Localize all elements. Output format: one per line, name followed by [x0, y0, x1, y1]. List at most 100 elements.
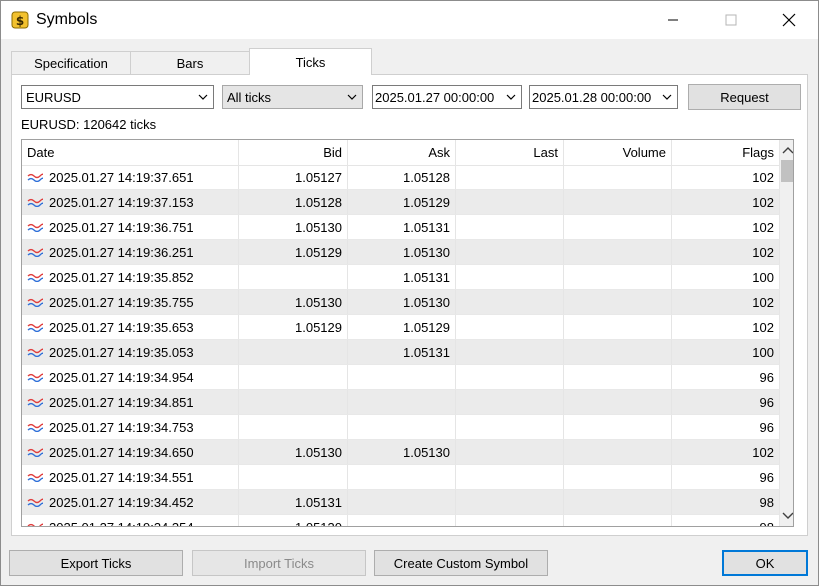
scroll-up-icon[interactable] — [782, 146, 794, 154]
cell-bid — [239, 390, 348, 415]
cell-bid — [239, 265, 348, 290]
symbol-select[interactable]: EURUSD — [21, 85, 214, 109]
cell-date: 2025.01.27 14:19:35.852 — [22, 265, 239, 290]
import-ticks-button[interactable]: Import Ticks — [192, 550, 366, 576]
cell-last — [456, 415, 564, 440]
chevron-down-icon — [662, 94, 672, 100]
cell-volume — [564, 440, 672, 465]
cell-bid — [239, 340, 348, 365]
cell-volume — [564, 390, 672, 415]
request-button[interactable]: Request — [688, 84, 801, 110]
table-row[interactable]: 2025.01.27 14:19:34.3541.05130 98 — [22, 515, 780, 526]
table-row[interactable]: 2025.01.27 14:19:37.153 1.05128 1.05129 102 — [22, 190, 780, 215]
close-icon — [782, 13, 796, 27]
ok-button[interactable]: OK — [722, 550, 808, 576]
tab-specification[interactable]: Specification — [11, 51, 131, 74]
chevron-down-icon — [347, 94, 357, 100]
vertical-scrollbar[interactable] — [780, 140, 794, 526]
close-button[interactable] — [760, 1, 818, 39]
cell-flags: 96 — [672, 390, 780, 415]
cell-flags: 98 — [672, 490, 780, 515]
cell-volume — [564, 415, 672, 440]
symbol-value: EURUSD — [26, 89, 81, 105]
cell-last — [456, 390, 564, 415]
cell-bid: 1.05128 — [239, 190, 348, 215]
col-last[interactable]: Last — [456, 140, 564, 165]
col-flags[interactable]: Flags — [672, 140, 780, 165]
table-row[interactable]: 2025.01.27 14:19:35.755 1.05130 1.05130 102 — [22, 290, 780, 315]
cell-date: 2025.01.27 14:19:34.551 — [22, 465, 239, 490]
table-row[interactable]: 2025.01.27 14:19:35.852 1.05131 100 — [22, 265, 780, 290]
tick-count-label: EURUSD: 120642 ticks — [21, 117, 157, 132]
cell-volume — [564, 215, 672, 240]
cell-ask: 1.05129 — [348, 315, 456, 340]
col-volume[interactable]: Volume — [564, 140, 672, 165]
tick-type-select[interactable]: All ticks — [222, 85, 363, 109]
ticks-panel: EURUSD All ticks 2025.01.27 00:00:00 202… — [11, 74, 808, 536]
cell-flags: 102 — [672, 165, 780, 190]
cell-ask: 1.05130 — [348, 290, 456, 315]
cell-flags: 102 — [672, 290, 780, 315]
table-row[interactable]: 2025.01.27 14:19:34.650 1.05130 1.05130 102 — [22, 440, 780, 465]
tab-bars[interactable]: Bars — [130, 51, 250, 74]
cell-ask — [348, 390, 456, 415]
cell-volume — [564, 240, 672, 265]
cell-flags: 96 — [672, 415, 780, 440]
cell-date: 2025.01.27 14:19:35.053 — [22, 340, 239, 365]
table-row[interactable]: 2025.01.27 14:19:35.653 1.05129 1.05129 102 — [22, 315, 780, 340]
cell-flags: 100 — [672, 265, 780, 290]
scroll-down-icon[interactable] — [782, 512, 794, 520]
cell-ask — [348, 365, 456, 390]
col-date[interactable]: Date — [22, 140, 239, 165]
cell-date: 2025.01.27 14:19:36.251 — [22, 240, 239, 265]
cell-flags: 100 — [672, 340, 780, 365]
cell-bid: 1.05130 — [239, 290, 348, 315]
cell-date: 2025.01.27 14:19:34.452 — [22, 490, 239, 515]
cell-date: 2025.01.27 14:19:34.650 — [22, 440, 239, 465]
minimize-button[interactable] — [644, 1, 702, 39]
date-to-value: 2025.01.28 00:00:00 — [532, 89, 652, 105]
cell-bid — [239, 465, 348, 490]
table-row[interactable]: 2025.01.27 14:19:36.751 1.05130 1.05131 102 — [22, 215, 780, 240]
cell-last — [456, 265, 564, 290]
cell-flags: 102 — [672, 215, 780, 240]
create-custom-symbol-button[interactable]: Create Custom Symbol — [374, 550, 548, 576]
table-row[interactable]: 2025.01.27 14:19:34.851 96 — [22, 390, 780, 415]
table-row[interactable]: 2025.01.27 14:19:34.753 96 — [22, 415, 780, 440]
col-bid[interactable]: Bid — [239, 140, 348, 165]
date-from-value: 2025.01.27 00:00:00 — [375, 89, 495, 105]
table-row[interactable]: 2025.01.27 14:19:34.954 96 — [22, 365, 780, 390]
table-row[interactable]: 2025.01.27 14:19:36.251 1.05129 1.05130 102 — [22, 240, 780, 265]
date-to-picker[interactable]: 2025.01.28 00:00:00 — [529, 85, 678, 109]
cell-volume — [564, 340, 672, 365]
table-header: Date Bid Ask Last Volume Flags — [22, 140, 780, 166]
cell-volume — [564, 365, 672, 390]
cell-ask: 1.05131 — [348, 215, 456, 240]
maximize-button[interactable] — [702, 1, 760, 39]
scrollbar-thumb[interactable] — [781, 160, 793, 182]
table-row[interactable]: 2025.01.27 14:19:37.651 1.05127 1.05128 102 — [22, 165, 780, 190]
cell-last — [456, 215, 564, 240]
window-title: Symbols — [36, 11, 98, 28]
cell-last — [456, 465, 564, 490]
cell-flags: 102 — [672, 440, 780, 465]
cell-date: 2025.01.27 14:19:34.354 — [22, 515, 239, 526]
tick-type-value: All ticks — [227, 89, 272, 105]
tab-ticks[interactable]: Ticks — [249, 48, 372, 75]
cell-ask: 1.05128 — [348, 165, 456, 190]
table-row[interactable]: 2025.01.27 14:19:35.053 1.05131 100 — [22, 340, 780, 365]
title-bar: $ Symbols — [1, 1, 818, 39]
cell-bid: 1.05130 — [239, 515, 348, 526]
cell-volume — [564, 490, 672, 515]
table-row[interactable]: 2025.01.27 14:19:34.452 1.05131 98 — [22, 490, 780, 515]
cell-ask — [348, 490, 456, 515]
cell-bid — [239, 365, 348, 390]
export-ticks-button[interactable]: Export Ticks — [9, 550, 183, 576]
cell-ask — [348, 515, 456, 526]
date-from-picker[interactable]: 2025.01.27 00:00:00 — [372, 85, 522, 109]
cell-last — [456, 490, 564, 515]
cell-date: 2025.01.27 14:19:34.851 — [22, 390, 239, 415]
table-row[interactable]: 2025.01.27 14:19:34.551 96 — [22, 465, 780, 490]
cell-ask — [348, 415, 456, 440]
col-ask[interactable]: Ask — [348, 140, 456, 165]
